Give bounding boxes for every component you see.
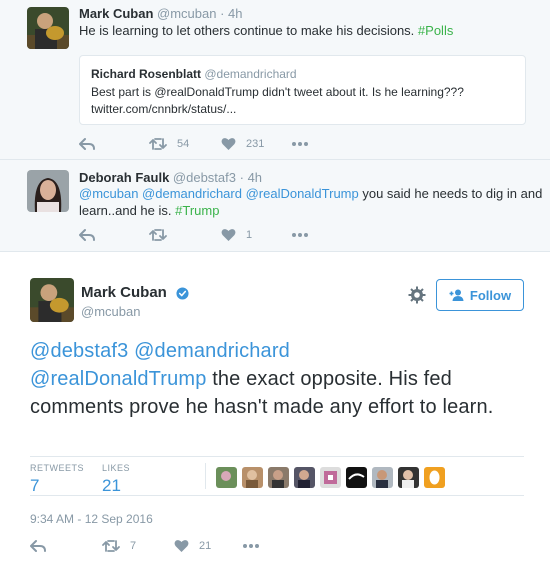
liker-avatar[interactable] <box>268 467 289 488</box>
liker-avatar[interactable] <box>294 467 315 488</box>
tweet-text: @mcuban @demandrichard @realDonaldTrump … <box>79 185 542 219</box>
author-handle[interactable]: @mcuban <box>157 6 216 21</box>
author-handle[interactable]: @debstaf3 <box>173 170 236 185</box>
likes-label: LIKES <box>102 463 131 473</box>
more-icon <box>292 142 308 146</box>
like-button[interactable]: 21 <box>174 537 211 555</box>
retweet-count: 54 <box>177 138 190 150</box>
context-tweet-mcuban[interactable]: Mark Cuban @mcuban · 4h He is learning t… <box>0 0 550 160</box>
mention-link[interactable]: @realDonaldTrump <box>30 368 206 390</box>
hashtag-link[interactable]: #Polls <box>418 23 453 38</box>
verified-icon <box>176 287 189 300</box>
stats-divider <box>205 463 206 489</box>
more-button[interactable] <box>242 537 260 555</box>
retweet-icon <box>149 229 167 241</box>
heart-icon <box>221 229 236 241</box>
liker-avatar[interactable] <box>216 467 237 488</box>
like-button[interactable]: 231 <box>221 135 264 153</box>
liker-avatar[interactable] <box>320 467 341 488</box>
author-handle[interactable]: @mcuban <box>81 304 140 319</box>
reply-icon <box>30 540 46 552</box>
retweet-icon <box>149 138 167 150</box>
quote-link-text: twitter.com/cnnbrk/status/... <box>91 102 237 116</box>
tweet-time[interactable]: · 4h <box>220 6 242 21</box>
context-tweet-debstaf3[interactable]: Deborah Faulk @debstaf3 · 4h @mcuban @de… <box>0 160 550 252</box>
reply-icon <box>79 138 95 150</box>
author-name[interactable]: Deborah Faulk <box>79 170 169 185</box>
retweet-button[interactable]: 54 <box>149 135 189 153</box>
author-name[interactable]: Mark Cuban <box>81 284 167 301</box>
likes-value: 21 <box>102 476 121 495</box>
more-button[interactable] <box>291 226 309 244</box>
liker-avatar[interactable] <box>242 467 263 488</box>
follow-label: Follow <box>469 287 512 303</box>
tweet-header: Mark Cuban @mcuban · 4h <box>79 6 243 21</box>
gear-icon[interactable] <box>408 286 426 304</box>
retweet-icon <box>102 540 120 552</box>
tweet-stats: RETWEETS 7 LIKES 21 <box>30 456 524 496</box>
liker-avatars <box>216 467 445 488</box>
mention-links[interactable]: @mcuban @demandrichard @realDonaldTrump <box>79 186 359 201</box>
heart-icon <box>221 138 236 150</box>
like-count: 231 <box>246 138 265 150</box>
tweet-timestamp[interactable]: 9:34 AM - 12 Sep 2016 <box>30 512 153 526</box>
retweets-stat[interactable]: RETWEETS 7 <box>30 463 84 496</box>
tweet-text-body: learn..and he is. <box>79 203 176 218</box>
tweet-text-body: you said he needs to dig in and <box>358 186 543 201</box>
liker-avatar[interactable] <box>398 467 419 488</box>
like-count: 21 <box>199 540 212 552</box>
more-icon <box>243 544 259 548</box>
heart-icon <box>174 540 189 552</box>
retweet-count: 7 <box>130 540 137 552</box>
hashtag-link[interactable]: #Trump <box>175 203 219 218</box>
follow-button[interactable]: Follow <box>436 279 524 311</box>
tweet-text: He is learning to let others continue to… <box>79 22 453 39</box>
quoted-tweet[interactable]: Richard Rosenblatt @demandrichard Best p… <box>79 55 526 125</box>
quote-text: Best part is @realDonaldTrump didn't twe… <box>91 84 511 118</box>
quote-author-name: Richard Rosenblatt <box>91 67 202 81</box>
liker-avatar[interactable] <box>372 467 393 488</box>
reply-button[interactable] <box>79 226 95 244</box>
like-button[interactable]: 1 <box>221 226 252 244</box>
follow-person-icon <box>449 289 464 301</box>
tweet-text-line: learn..and he is. #Trump <box>79 202 539 219</box>
avatar[interactable] <box>30 278 74 322</box>
quote-text-line: Best part is @realDonaldTrump didn't twe… <box>91 85 464 99</box>
mention-links[interactable]: @debstaf3 @demandrichard <box>30 340 290 362</box>
like-count: 1 <box>246 229 253 241</box>
quote-author-handle: @demandrichard <box>204 67 297 81</box>
tweet-text-body: He is learning to let others continue to… <box>79 23 415 38</box>
more-button[interactable] <box>291 135 309 153</box>
tweet-text-line: @mcuban @demandrichard @realDonaldTrump … <box>79 185 542 202</box>
retweets-label: RETWEETS <box>30 463 85 473</box>
liker-avatar[interactable] <box>424 467 445 488</box>
likes-stat[interactable]: LIKES 21 <box>102 463 130 496</box>
retweets-value: 7 <box>30 476 40 495</box>
reply-button[interactable] <box>30 537 46 555</box>
avatar[interactable] <box>27 170 69 212</box>
tweet-text: @debstaf3 @demandrichard @realDonaldTrump… <box>30 337 530 421</box>
author-name[interactable]: Mark Cuban <box>79 6 153 21</box>
tweet-time[interactable]: · 4h <box>240 170 262 185</box>
reply-icon <box>79 229 95 241</box>
more-icon <box>292 233 308 237</box>
tweet-header: Deborah Faulk @debstaf3 · 4h <box>79 170 262 185</box>
quote-header: Richard Rosenblatt @demandrichard <box>91 67 297 81</box>
liker-avatar[interactable] <box>346 467 367 488</box>
reply-button[interactable] <box>79 135 95 153</box>
retweet-button[interactable]: 7 <box>102 537 136 555</box>
retweet-button[interactable] <box>149 226 177 244</box>
avatar[interactable] <box>27 7 69 49</box>
